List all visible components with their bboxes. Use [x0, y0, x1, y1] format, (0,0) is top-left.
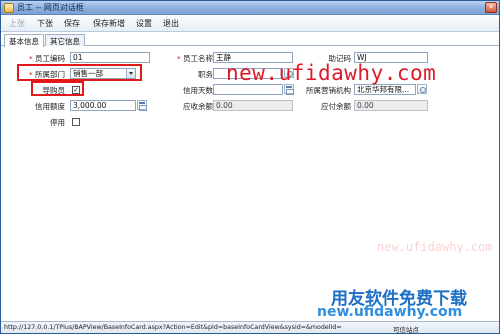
tab-other-info[interactable]: 其它信息: [45, 34, 85, 46]
window-title: 员工 -- 网页对话框: [17, 3, 84, 12]
receivable-balance-label: 应收余额: [183, 102, 213, 111]
next-record-button[interactable]: 下张: [37, 18, 53, 29]
toolbar: 上张 下张 保存 保存新增 设置 退出: [1, 15, 499, 32]
disabled-label: 停用: [50, 118, 65, 127]
credit-days-label: 信用天数: [183, 86, 213, 95]
security-zone: 可信站点: [393, 326, 419, 334]
app-icon: [4, 3, 14, 13]
disabled-checkbox[interactable]: [72, 118, 80, 126]
payable-balance-value: 0.00: [354, 100, 428, 111]
tab-basic-info[interactable]: 基本信息: [4, 34, 44, 47]
dialog-window: 员工 -- 网页对话框 ✕ 上张 下张 保存 保存新增 设置 退出 基本信息 其…: [0, 0, 500, 334]
search-icon[interactable]: [417, 84, 427, 94]
credit-limit-label: 信用额度: [35, 102, 65, 111]
save-and-new-button[interactable]: 保存新增: [93, 18, 125, 29]
title-bar[interactable]: 员工 -- 网页对话框 ✕: [1, 1, 499, 15]
department-highlight: [17, 64, 142, 81]
sales-org-label: 所属营销机构: [306, 86, 351, 95]
credit-limit-input[interactable]: 3,000.00: [70, 100, 136, 111]
save-button[interactable]: 保存: [64, 18, 80, 29]
payable-balance-label: 应付余额: [321, 102, 351, 111]
status-bar: http://127.0.0.1/TPlus/BAPView/BaseInfoC…: [1, 321, 499, 334]
exit-button[interactable]: 退出: [163, 18, 179, 29]
calculator-icon[interactable]: [137, 100, 147, 111]
prev-record-button[interactable]: 上张: [9, 18, 25, 29]
employee-code-label: * 员工编码: [29, 54, 65, 63]
sales-org-input[interactable]: 北京华邦有限...: [354, 84, 416, 95]
employee-name-label: * 员工名称: [177, 54, 213, 63]
watermark-faint: new.ufidawhy.com: [377, 240, 493, 254]
watermark-url: new.ufidawhy.com: [226, 61, 437, 85]
watermark-brand-url: new.ufidawhy.com: [317, 304, 463, 320]
tab-strip: 基本信息 其它信息: [1, 33, 499, 47]
salesperson-highlight: [31, 81, 84, 96]
close-icon[interactable]: ✕: [485, 2, 497, 13]
position-label: 职务: [198, 70, 213, 79]
status-url: http://127.0.0.1/TPlus/BAPView/BaseInfoC…: [4, 324, 342, 331]
settings-button[interactable]: 设置: [136, 18, 152, 29]
employee-code-input[interactable]: 01: [70, 52, 150, 63]
credit-days-input[interactable]: [213, 84, 283, 95]
receivable-balance-value: 0.00: [213, 100, 293, 111]
